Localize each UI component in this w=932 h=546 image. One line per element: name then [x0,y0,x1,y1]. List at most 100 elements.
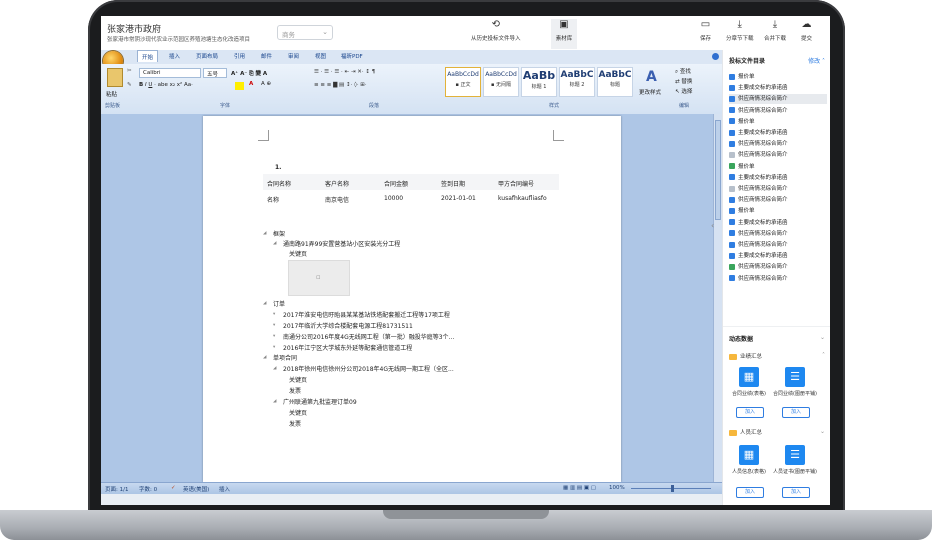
attachment-thumbnail[interactable]: ▫ [288,260,350,296]
collapse-panel-icon[interactable]: ‹ [711,221,714,230]
file-item[interactable]: 主要成交标的承诺函 [729,83,827,93]
add-button[interactable]: 加入 [736,487,764,498]
file-item[interactable]: 主要成交标的承诺函 [729,218,827,228]
word-count[interactable]: 字数: 0 [139,485,157,493]
tab-mailings[interactable]: 邮件 [261,52,272,60]
highlight-icon[interactable] [235,82,244,90]
chevron-up-icon[interactable]: ˄ [822,352,825,359]
insert-mode[interactable]: 插入 [219,485,230,493]
material-library-button[interactable]: ▣ 素材库 [551,19,577,49]
grow-font-icon[interactable]: A⁺ A⁻ ⎘ 變 A [231,69,267,78]
tree-order-item: 2016年江宁区大学城东外延等配套通信管道工程 [283,345,413,352]
tab-insert[interactable]: 插入 [169,52,180,60]
file-item-label: 供应商情况综合简介 [738,242,788,248]
tab-references[interactable]: 引用 [234,52,245,60]
file-item[interactable]: 报价单 [729,206,827,216]
history-import-button[interactable]: ⟲ 从历史投标文件导入 [471,19,521,42]
view-mode-icons[interactable]: ▦ ▥ ▤ ▣ ▢ [563,485,596,491]
file-item[interactable]: 主要成交标的承诺函 [729,251,827,261]
catalog-edit-button[interactable]: 修改 ˄ [808,56,825,65]
file-item[interactable]: 报价单 [729,162,827,172]
add-button[interactable]: 加入 [782,407,810,418]
replace-button[interactable]: ⇄ 替换 [675,77,692,85]
tab-home[interactable]: 开始 [137,50,159,62]
change-style-button[interactable]: 更改样式 [639,88,661,96]
chevron-down-icon[interactable]: ⌄ [820,428,825,435]
divider [723,326,830,327]
file-item[interactable]: 供应商情况综合简介 [729,229,827,239]
file-item[interactable]: 供应商情况综合简介 [729,94,827,105]
list-icon[interactable]: ☰ [785,445,805,465]
list-icons[interactable]: ☰ · ☰ · ☰ · ⇤ ⇥ ✕· ↕ ¶ [314,69,375,75]
file-item[interactable]: 供应商情况综合简介 [729,195,827,205]
table-icon[interactable]: ▦ [739,445,759,465]
align-icons[interactable]: ≡ ≡ ≡ ▇ ▤ ↕· ◊· ⊞· [314,82,367,88]
file-item[interactable]: 报价单 [729,117,827,127]
section-select[interactable]: 商务 ⌄ [277,25,333,40]
tab-page-layout[interactable]: 页面布局 [196,52,218,60]
file-item[interactable]: 供应商情况综合简介 [729,150,827,160]
scrollbar-thumb[interactable] [715,120,721,220]
char-shading-icon[interactable]: A ⊕ [261,81,271,87]
page-count[interactable]: 页面: 1/1 [105,485,128,493]
font-color-icon[interactable]: A [249,81,253,87]
tree-framework: 框架 [273,231,286,238]
style-normal[interactable]: AaBbCcDd ▪ 正文 [445,67,481,97]
save-button[interactable]: ▭ 保存 [700,19,711,42]
word-editor: 开始 插入 页面布局 引用 邮件 审阅 视图 福昕PDF 粘贴 ✂ ✎ Cali… [101,50,723,505]
chevron-down-icon[interactable]: ⌄ [820,334,825,341]
change-style-icon[interactable]: A [646,69,657,85]
select-button[interactable]: ↖ 选择 [675,87,692,95]
file-item[interactable]: 供应商情况综合简介 [729,262,827,272]
tile-contract-album: 合同业绩(图册平铺) [773,391,817,397]
style-heading-1[interactable]: AaBb 标题 1 [521,67,557,97]
file-icon [729,118,735,125]
list-icon[interactable]: ☰ [785,367,805,387]
th-contract-name: 合同名称 [267,181,292,188]
tree-order-item: 南通分公司2016年度4G无线网工程（第一批）融投华庭等3个... [283,334,455,341]
style-heading-2[interactable]: AaBbC 标题 2 [559,67,595,97]
font-format-icons[interactable]: B I U · abe x₂ x² Aa· [139,82,193,88]
cut-icon[interactable]: ✂ [127,68,132,74]
add-button[interactable]: 加入 [736,407,764,418]
group-performance[interactable]: 业绩汇总 [729,352,762,360]
file-item[interactable]: 主要成交标的承诺函 [729,173,827,183]
format-painter-icon[interactable]: ✎ [127,82,132,88]
file-item[interactable]: 供应商情况综合简介 [729,139,827,149]
zoom-level[interactable]: 100% [609,485,625,491]
tab-review[interactable]: 审阅 [288,52,299,60]
group-personnel[interactable]: 人员汇总 [729,428,762,436]
tree-order-item: 2017年淮安电信盱眙县某某基站铁塔配套搬迁工程等17项工程 [283,312,450,319]
proofing-icon[interactable]: ✓ [171,485,176,491]
style-title[interactable]: AaBbC 标题 [597,67,633,97]
file-item[interactable]: 主要成交标的承诺函 [729,128,827,138]
th-customer-name: 客户名称 [325,181,350,188]
file-item[interactable]: 报价单 [729,72,827,82]
group-font: 字体 [220,103,231,109]
file-item[interactable]: 供应商情况综合简介 [729,184,827,194]
chapter-download-button[interactable]: ⤓ 分章节下载 [726,19,754,42]
document-page[interactable]: 1. 合同名称 客户名称 合同金额 签到日期 甲方合同编号 名称 南京电信 10… [203,116,621,482]
zoom-slider-thumb[interactable] [671,485,674,492]
file-icon [729,252,735,259]
style-no-spacing[interactable]: AaBbCcDd ▪ 无间隔 [483,67,519,97]
find-button[interactable]: ⌕ 查找 [675,67,691,76]
tab-foxit-pdf[interactable]: 福昕PDF [341,52,363,60]
font-size-input[interactable]: 五号 [203,68,227,78]
file-icon [729,196,735,203]
file-item-label: 供应商情况综合简介 [738,152,788,159]
submit-button[interactable]: ☁ 提交 [801,19,812,42]
add-button[interactable]: 加入 [782,487,810,498]
paste-icon[interactable] [107,68,123,87]
tree-key-page: 关键页 [289,251,308,258]
font-name-input[interactable]: Calibri [139,68,201,78]
file-item[interactable]: 供应商情况综合简介 [729,106,827,116]
file-item[interactable]: 供应商情况综合简介 [729,274,827,284]
help-icon[interactable] [712,53,719,60]
file-item[interactable]: 供应商情况综合简介 [729,240,827,250]
language[interactable]: 英语(美国) [183,485,209,493]
table-icon[interactable]: ▦ [739,367,759,387]
tab-view[interactable]: 视图 [315,52,326,60]
tree-order-item: 2017年临沂大学综合楼配套电源工程81731511 [283,323,413,330]
merge-download-button[interactable]: ⤓ 合并下载 [764,19,786,42]
